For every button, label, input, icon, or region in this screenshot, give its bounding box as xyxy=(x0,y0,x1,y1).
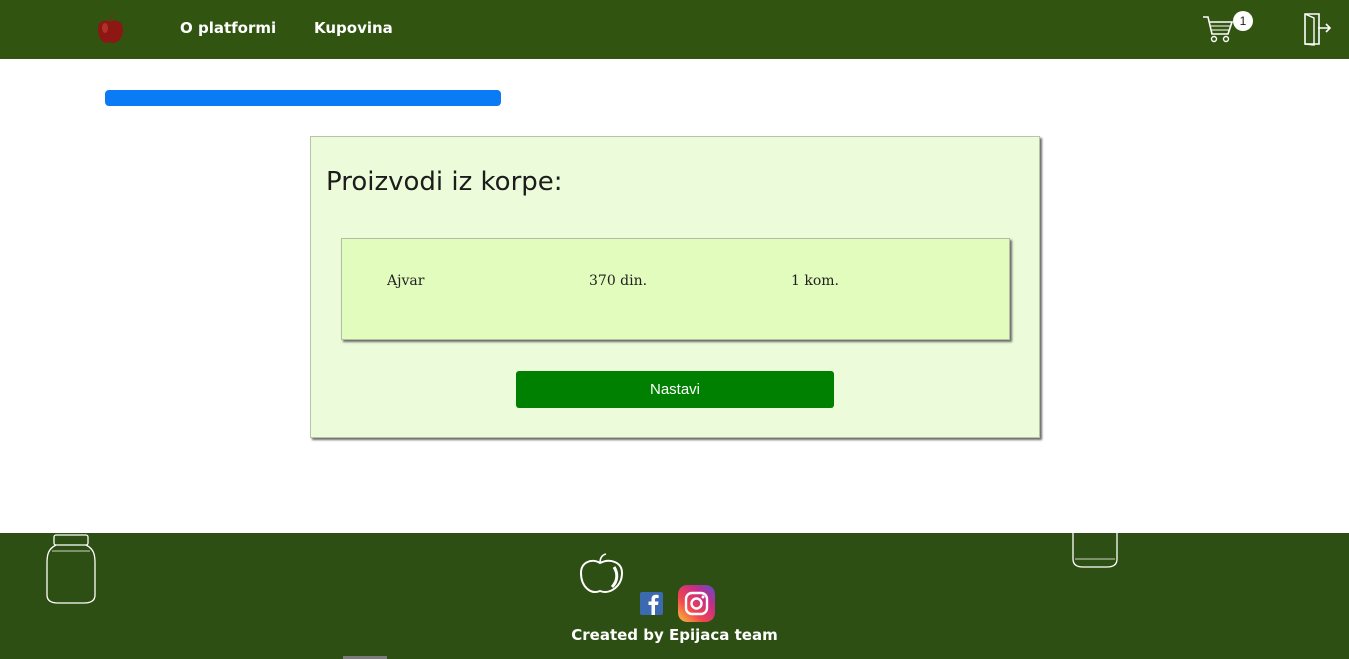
jar-icon xyxy=(1072,533,1118,568)
apple-logo-icon[interactable] xyxy=(95,14,125,46)
item-name: Ajvar xyxy=(387,273,425,289)
cart-panel: Proizvodi iz korpe: Ajvar 370 din. 1 kom… xyxy=(310,136,1040,438)
apple-outline-icon xyxy=(579,553,624,593)
continue-button[interactable]: Nastavi xyxy=(516,371,834,408)
footer: Created by Epijaca team xyxy=(0,533,1349,659)
top-navbar: O platformi Kupovina 1 xyxy=(0,0,1349,59)
cart-count-badge: 1 xyxy=(1233,11,1253,31)
facebook-icon[interactable] xyxy=(640,592,663,615)
item-quantity: 1 kom. xyxy=(791,273,839,289)
progress-bar xyxy=(105,90,501,106)
logout-door-icon[interactable] xyxy=(1302,12,1332,46)
page-title: Proizvodi iz korpe: xyxy=(326,167,563,197)
instagram-icon[interactable] xyxy=(678,585,715,622)
footer-credit: Created by Epijaca team xyxy=(571,626,778,644)
cart-item-row: Ajvar 370 din. 1 kom. xyxy=(341,238,1010,340)
cart-icon[interactable] xyxy=(1202,14,1234,44)
jar-icon xyxy=(46,534,96,604)
item-price: 370 din. xyxy=(589,273,648,289)
nav-link-o-platformi[interactable]: O platformi xyxy=(180,19,276,37)
nav-link-kupovina[interactable]: Kupovina xyxy=(314,19,393,37)
